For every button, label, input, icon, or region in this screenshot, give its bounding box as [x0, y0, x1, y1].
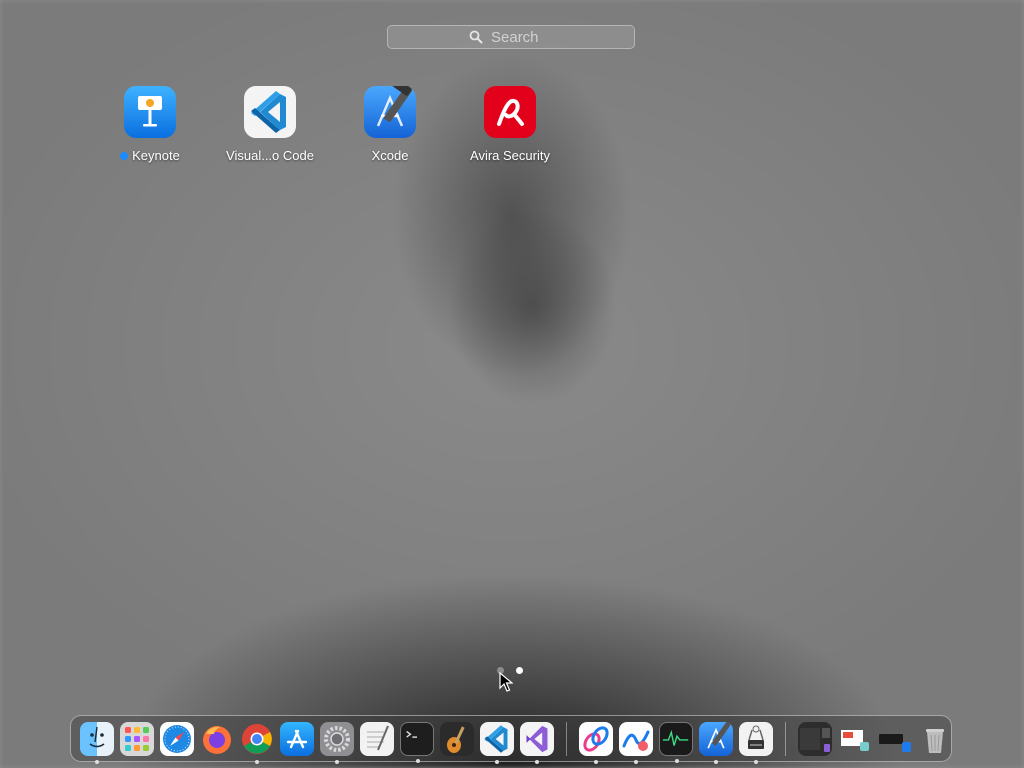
app-avira-security[interactable]: Avira Security [450, 86, 570, 165]
dock-app-store[interactable] [280, 721, 314, 756]
dock-safari[interactable] [160, 721, 194, 756]
launchpad-icon [125, 726, 149, 751]
app-label: Avira Security [470, 148, 550, 163]
keynote-icon [124, 86, 176, 138]
dock-visual-studio[interactable] [520, 721, 554, 764]
presentation-thumbnail-icon [841, 729, 869, 751]
dock-firefox[interactable] [200, 722, 234, 756]
system-information-icon [748, 725, 764, 749]
dock-window-thumbnail[interactable] [798, 721, 832, 756]
app-xcode[interactable]: Xcode [330, 77, 450, 165]
dock-trash[interactable] [918, 722, 952, 756]
avira-icon [484, 86, 536, 138]
app-store-icon [286, 729, 308, 748]
garageband-icon [447, 725, 465, 753]
dock-garageband[interactable] [440, 721, 474, 756]
visual-studio-icon [526, 725, 548, 752]
page-dot-2[interactable] [516, 667, 523, 674]
vscode-icon [484, 724, 508, 753]
dock-system-information[interactable] [739, 721, 773, 764]
safari-icon [163, 724, 191, 753]
dock-chrome[interactable] [240, 722, 274, 764]
vscode-icon [244, 86, 296, 138]
magnifier-icon [469, 30, 483, 44]
activity-monitor-icon [662, 729, 689, 746]
finder-icon [89, 726, 105, 747]
launchpad-app-grid: Keynote Visual...o Code Xcode Avira Secu… [0, 77, 1024, 176]
dock-vscode[interactable] [480, 721, 514, 764]
app-label: Keynote [132, 148, 180, 163]
chrome-icon [242, 723, 272, 754]
app-label: Xcode [371, 148, 409, 163]
firefox-icon [203, 725, 231, 754]
new-app-indicator [120, 151, 129, 160]
dock-terminal[interactable] [400, 721, 434, 763]
dock-downloads-folder[interactable] [878, 722, 912, 756]
dock-freeform[interactable] [619, 721, 653, 764]
system-settings-icon [324, 725, 350, 752]
launchpad-search[interactable] [387, 25, 635, 49]
app-keynote[interactable]: Keynote [90, 86, 210, 165]
link-app-icon [583, 725, 609, 752]
dock-textedit[interactable] [360, 721, 394, 756]
mouse-cursor-icon [499, 672, 513, 692]
terminal-icon [406, 730, 417, 738]
downloads-folder-icon [879, 733, 911, 752]
dock-xcode[interactable] [699, 721, 733, 764]
dock-finder[interactable] [80, 721, 114, 764]
dock [70, 715, 952, 764]
freeform-icon [622, 730, 650, 751]
dock-launchpad[interactable] [120, 721, 154, 756]
window-thumbnail-icon [800, 727, 830, 752]
dock-link-app[interactable] [579, 721, 613, 764]
dock-activity-monitor[interactable] [659, 721, 693, 763]
textedit-icon [367, 725, 389, 750]
dock-presentation-thumbnail[interactable] [838, 722, 872, 756]
app-vscode[interactable]: Visual...o Code [210, 86, 330, 165]
xcode-icon [364, 77, 416, 138]
dock-separator [566, 721, 567, 756]
trash-icon [926, 728, 944, 753]
xcode-icon [707, 721, 731, 748]
dock-system-settings[interactable] [320, 721, 354, 764]
search-input[interactable] [489, 27, 553, 47]
dock-separator [785, 721, 786, 756]
app-label: Visual...o Code [226, 148, 314, 163]
